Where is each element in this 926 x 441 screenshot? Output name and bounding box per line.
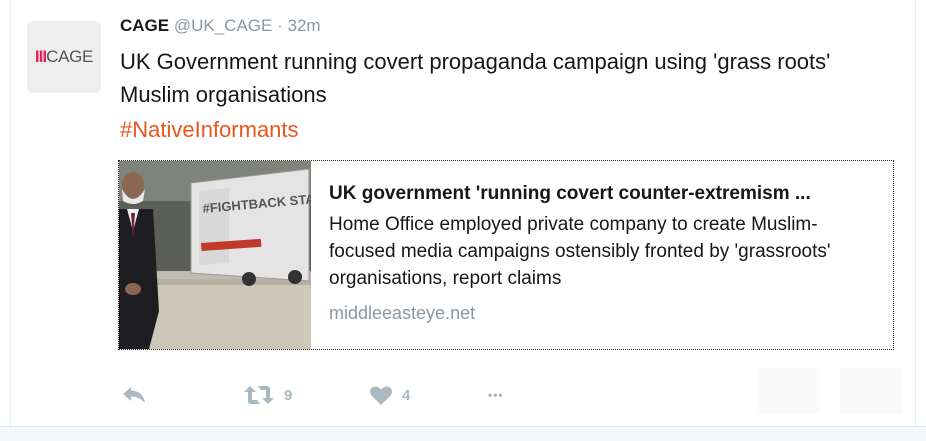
like-count: 4 xyxy=(402,386,411,404)
card-description: Home Office employed private company to … xyxy=(329,214,831,289)
tweet-header: CAGE @UK_CAGE · 32m xyxy=(120,15,321,37)
tweet-text: UK Government running covert propaganda … xyxy=(120,49,831,107)
retweet-count: 9 xyxy=(284,386,293,404)
reply-button[interactable] xyxy=(121,380,147,410)
separator-dot: · xyxy=(277,16,283,35)
more-icon: ••• xyxy=(488,388,504,402)
like-button[interactable]: 4 xyxy=(369,380,410,410)
card-photo: #FIGHTBACK STARTSHERE xyxy=(119,161,311,349)
retweet-button[interactable]: 9 xyxy=(243,380,292,410)
tweet-actions: 9 4 ••• xyxy=(118,380,618,410)
avatar[interactable]: IIICAGE xyxy=(27,21,101,93)
faded-action-right xyxy=(840,368,902,414)
card-image: #FIGHTBACK STARTSHERE xyxy=(119,161,311,349)
tweet-divider xyxy=(0,426,926,441)
author-name[interactable]: CAGE xyxy=(120,16,169,35)
reply-icon xyxy=(121,385,147,405)
cage-logo: IIICAGE xyxy=(34,47,94,66)
author-handle[interactable]: @UK_CAGE xyxy=(174,16,273,35)
retweet-icon xyxy=(243,384,275,406)
link-card[interactable]: #FIGHTBACK STARTSHERE UK government 'run… xyxy=(118,160,894,350)
heart-icon xyxy=(369,385,393,406)
card-domain: middleeasteye.net xyxy=(329,303,476,323)
hashtag-link[interactable]: #NativeInformants xyxy=(120,113,299,146)
timestamp[interactable]: 32m xyxy=(288,16,321,35)
faded-action-left xyxy=(758,368,820,414)
card-title: UK government 'running covert counter-ex… xyxy=(329,183,811,204)
card-body: UK government 'running covert counter-ex… xyxy=(329,181,884,325)
more-button[interactable]: ••• xyxy=(488,380,504,410)
